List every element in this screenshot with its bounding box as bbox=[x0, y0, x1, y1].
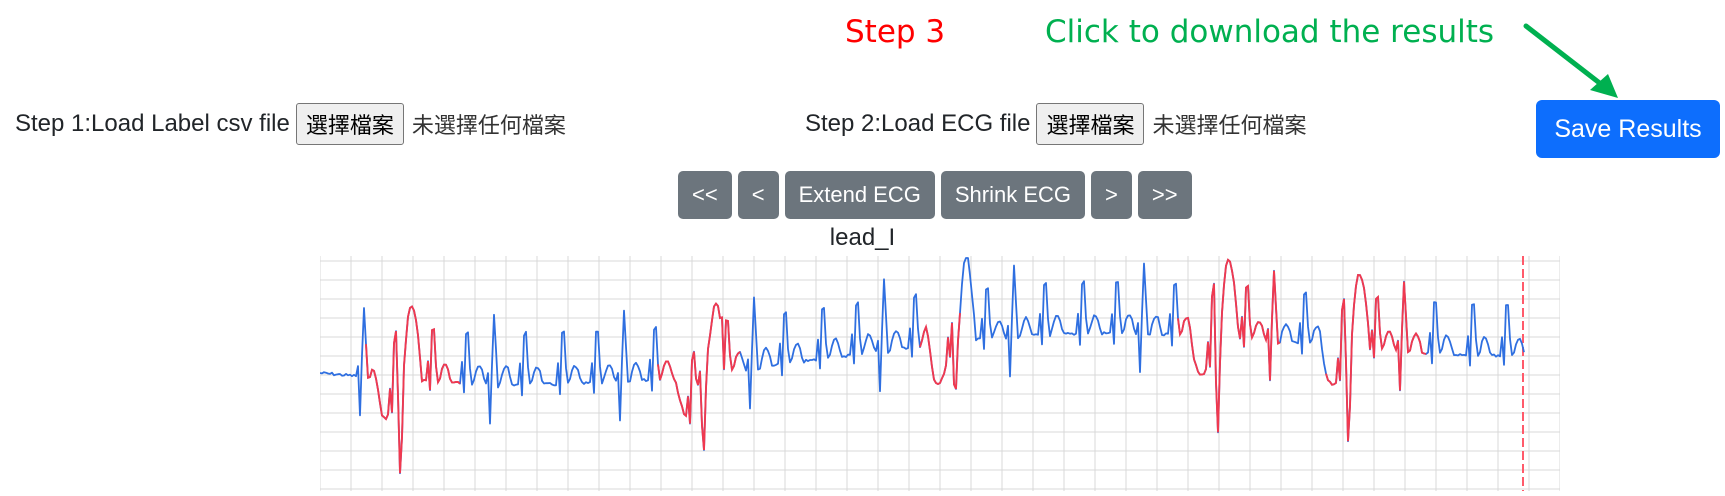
shrink-ecg-button[interactable]: Shrink ECG bbox=[940, 171, 1085, 219]
ecg-chart[interactable] bbox=[319, 256, 1561, 496]
first-page-button[interactable]: << bbox=[678, 171, 732, 219]
label-file-status: 未選擇任何檔案 bbox=[411, 114, 566, 139]
choose-label-file-button[interactable]: 選擇檔案 bbox=[295, 103, 404, 145]
labeled-segment bbox=[1177, 258, 1281, 433]
extend-ecg-button[interactable]: Extend ECG bbox=[784, 171, 935, 219]
ecg-file-label: Step 2:Load ECG file bbox=[805, 110, 1031, 137]
labeled-segment bbox=[1325, 273, 1427, 442]
download-hint-annotation: Click to download the results bbox=[1045, 14, 1495, 50]
last-page-button[interactable]: >> bbox=[1137, 171, 1192, 219]
arrow-icon bbox=[1523, 23, 1618, 98]
previous-button[interactable]: < bbox=[737, 171, 779, 219]
choose-ecg-file-button[interactable]: 選擇檔案 bbox=[1036, 103, 1145, 145]
chart-grid bbox=[319, 256, 1561, 491]
labeled-segment bbox=[657, 302, 741, 451]
ecg-file-loader: Step 2:Load ECG file 選擇檔案 未選擇任何檔案 bbox=[805, 103, 1307, 145]
save-results-button[interactable]: Save Results bbox=[1536, 100, 1720, 158]
next-button[interactable]: > bbox=[1091, 171, 1132, 219]
label-file-label: Step 1:Load Label csv file bbox=[15, 110, 290, 137]
label-file-loader: Step 1:Load Label csv file 選擇檔案 未選擇任何檔案 bbox=[15, 103, 566, 145]
labeled-segments bbox=[365, 258, 1427, 474]
chart-title: lead_I bbox=[829, 224, 896, 251]
ecg-navigation: << < Extend ECG Shrink ECG > >> bbox=[678, 171, 1192, 219]
ecg-file-status: 未選擇任何檔案 bbox=[1152, 114, 1307, 139]
step3-annotation: Step 3 bbox=[845, 14, 946, 50]
